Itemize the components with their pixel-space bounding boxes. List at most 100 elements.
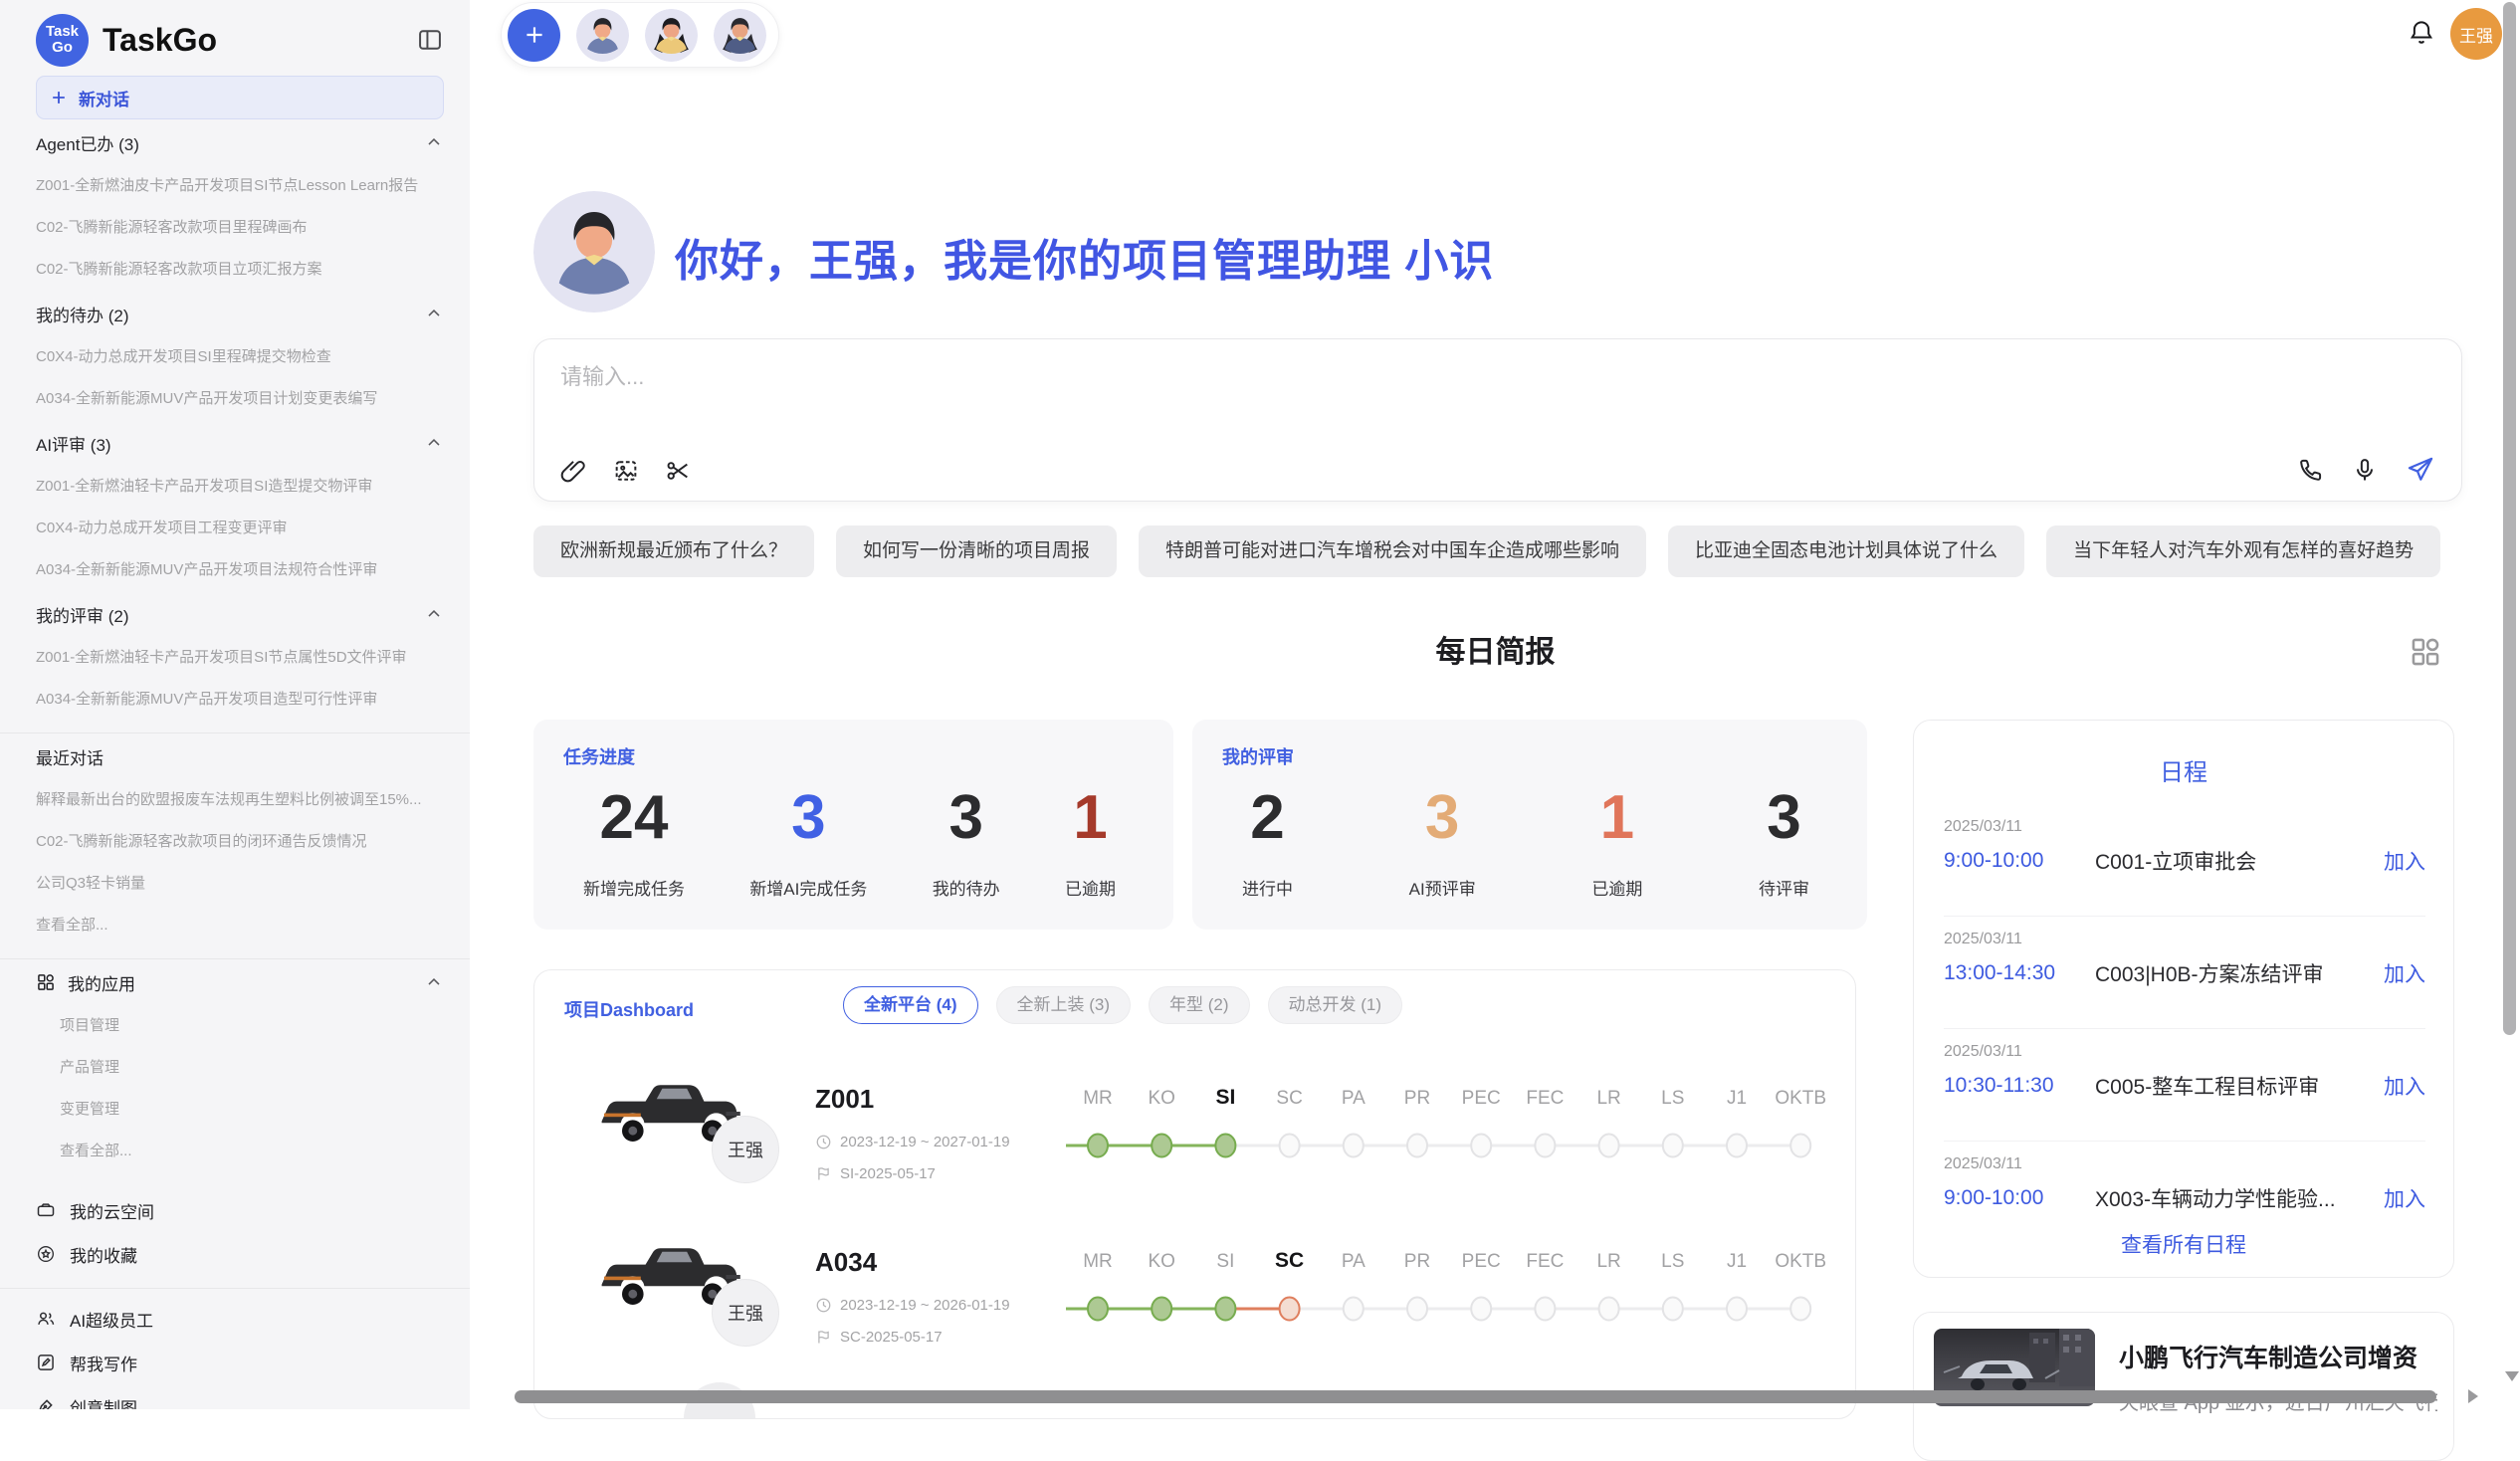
sidebar-task-item[interactable]: C02-飞腾新能源轻客改款项目立项汇报方案	[36, 249, 444, 291]
scissors-icon[interactable]	[664, 457, 692, 485]
dashboard-tab[interactable]: 全新上装 (3)	[996, 986, 1132, 1024]
suggestion-chip[interactable]: 比亚迪全固态电池计划具体说了什么	[1668, 525, 2024, 577]
clock-icon	[815, 1134, 832, 1150]
sidebar-collapse-icon[interactable]	[416, 26, 444, 54]
sidebar-link[interactable]: 我的收藏	[36, 1232, 444, 1276]
project-name: A034	[815, 1247, 877, 1278]
stat-label: 进行中	[1242, 875, 1293, 900]
sidebar-section-header[interactable]: Agent已办 (3)	[36, 119, 444, 165]
sidebar-tool-link[interactable]: 帮我写作	[36, 1341, 444, 1384]
scroll-down-arrow-icon[interactable]	[2505, 1371, 2519, 1381]
svg-text:OKTB: OKTB	[1775, 1088, 1826, 1109]
dashboard-tab[interactable]: 动总开发 (1)	[1268, 986, 1403, 1024]
chevron-up-icon[interactable]	[424, 433, 444, 453]
project-row[interactable]: 王强 A034 2023-12-19 ~ 2026-01-19 SC-2025-…	[564, 1219, 1827, 1378]
phone-icon[interactable]	[2297, 456, 2325, 484]
chat-input[interactable]: 请输入...	[533, 338, 2462, 502]
sidebar-task-item[interactable]: C02-飞腾新能源轻客改款项目里程碑画布	[36, 207, 444, 249]
join-event-link[interactable]: 加入	[2384, 1071, 2425, 1101]
svg-text:PA: PA	[1342, 1251, 1365, 1272]
flag-icon	[815, 1329, 832, 1346]
suggestion-chip[interactable]: 当下年轻人对汽车外观有怎样的喜好趋势	[2046, 525, 2440, 577]
sidebar-link-label: 我的收藏	[70, 1242, 444, 1267]
sidebar-task-item[interactable]: Z001-全新燃油轻卡产品开发项目SI造型提交物评审	[36, 466, 444, 508]
horizontal-scrollbar[interactable]	[515, 1390, 2436, 1403]
my-apps-header[interactable]: 我的应用	[36, 959, 444, 1005]
composer-tools	[560, 457, 692, 485]
dashboard-tabs: 全新平台 (4) 全新上装 (3) 年型 (2) 动总开发 (1)	[843, 986, 1402, 1024]
recent-chat-item[interactable]: 查看全部...	[36, 905, 444, 946]
user-avatar[interactable]: 王强	[2450, 8, 2502, 60]
suggestion-chip[interactable]: 特朗普可能对进口汽车增税会对中国车企造成哪些影响	[1139, 525, 1646, 577]
microphone-icon[interactable]	[2351, 456, 2379, 484]
sidebar-section-header[interactable]: 我的评审 (2)	[36, 591, 444, 637]
sidebar-task-item[interactable]: C0X4-动力总成开发项目工程变更评审	[36, 508, 444, 549]
agent-avatar-1[interactable]	[576, 9, 629, 62]
image-icon[interactable]	[612, 457, 640, 485]
recent-chat-item[interactable]: 解释最新出台的欧盟报废车法规再生塑料比例被调至15%...	[36, 779, 444, 821]
people-icon	[36, 1309, 58, 1329]
svg-text:OKTB: OKTB	[1775, 1251, 1826, 1272]
recent-chat-item[interactable]: 公司Q3轻卡销量	[36, 863, 444, 905]
sidebar-link[interactable]: 我的云空间	[36, 1188, 444, 1232]
chevron-up-icon[interactable]	[424, 604, 444, 624]
suggestion-chip[interactable]: 欧洲新规最近颁布了什么？	[533, 525, 814, 577]
chevron-up-icon[interactable]	[424, 304, 444, 323]
notification-bell-icon[interactable]	[2407, 18, 2436, 48]
agent-avatar-3[interactable]	[714, 9, 766, 62]
svg-text:SC: SC	[1275, 1249, 1304, 1272]
app-item[interactable]: 产品管理	[36, 1047, 444, 1089]
join-event-link[interactable]: 加入	[2384, 846, 2425, 876]
sidebar-section-header[interactable]: AI评审 (3)	[36, 420, 444, 466]
sidebar-task-item[interactable]: Z001-全新燃油皮卡产品开发项目SI节点Lesson Learn报告	[36, 165, 444, 207]
recent-chat-item[interactable]: C02-飞腾新能源轻客改款项目的闭环通告反馈情况	[36, 821, 444, 863]
svg-text:MR: MR	[1083, 1251, 1113, 1272]
sidebar-task-item[interactable]: A034-全新新能源MUV产品开发项目计划变更表编写	[36, 378, 444, 420]
scroll-right-arrow-icon[interactable]	[2468, 1389, 2478, 1403]
suggestion-chips: 欧洲新规最近颁布了什么？ 如何写一份清晰的项目周报特朗普可能对进口汽车增税会对中国…	[533, 525, 2469, 577]
event-time: 9:00-10:00	[1944, 1186, 2095, 1210]
sidebar-tool-link[interactable]: 创意制图	[36, 1384, 444, 1409]
add-agent-button[interactable]	[508, 9, 560, 62]
join-event-link[interactable]: 加入	[2384, 1183, 2425, 1213]
project-owner-badge: 王强	[712, 1279, 779, 1347]
app-item[interactable]: 变更管理	[36, 1089, 444, 1131]
chevron-up-icon[interactable]	[424, 972, 444, 992]
stat-value: 3	[948, 779, 982, 857]
app-item[interactable]: 查看全部...	[36, 1131, 444, 1172]
dashboard-tab[interactable]: 年型 (2)	[1149, 986, 1250, 1024]
join-event-link[interactable]: 加入	[2384, 958, 2425, 988]
sidebar-task-item[interactable]: Z001-全新燃油轻卡产品开发项目SI节点属性5D文件评审	[36, 637, 444, 679]
event-time: 9:00-10:00	[1944, 849, 2095, 873]
svg-text:J1: J1	[1727, 1088, 1747, 1109]
event-time: 13:00-14:30	[1944, 961, 2095, 985]
dashboard-tab[interactable]: 全新平台 (4)	[843, 986, 978, 1024]
agent-avatar-2[interactable]	[645, 9, 698, 62]
suggestion-chip[interactable]: 如何写一份清晰的项目周报	[836, 525, 1117, 577]
stat: 24新增完成任务	[583, 779, 685, 900]
sidebar-tool-link[interactable]: AI超级员工	[36, 1297, 444, 1341]
stat-value: 1	[1600, 779, 1634, 857]
send-icon[interactable]	[2405, 454, 2435, 485]
project-flag-date: SC-2025-05-17	[815, 1329, 943, 1346]
divider	[0, 1288, 470, 1289]
event-date: 2025/03/11	[1944, 818, 2425, 836]
stat-label: 新增AI完成任务	[749, 875, 867, 900]
new-chat-button[interactable]: 新对话	[36, 76, 444, 119]
chevron-up-icon[interactable]	[424, 132, 444, 152]
attachment-icon[interactable]	[560, 457, 588, 485]
sidebar-section-header[interactable]: 我的待办 (2)	[36, 291, 444, 336]
stat: 1已逾期	[1065, 779, 1116, 900]
vertical-scrollbar[interactable]	[2503, 2, 2516, 1035]
news-card[interactable]: 小鹏飞行汽车制造公司增资 天眼查 App 显示，近日广州汇天飞行汽...	[1913, 1312, 2454, 1461]
sidebar-task-item[interactable]: A034-全新新能源MUV产品开发项目法规符合性评审	[36, 549, 444, 591]
sidebar-task-item[interactable]: A034-全新新能源MUV产品开发项目造型可行性评审	[36, 679, 444, 721]
event-time: 10:30-11:30	[1944, 1074, 2095, 1098]
app-item[interactable]: 项目管理	[36, 1005, 444, 1047]
new-chat-label: 新对话	[79, 86, 129, 110]
news-title: 小鹏飞行汽车制造公司增资	[2119, 1339, 2417, 1374]
briefing-layout-icon[interactable]	[2409, 635, 2442, 669]
view-all-schedule-link[interactable]: 查看所有日程	[1914, 1229, 2453, 1259]
project-row[interactable]: 王强 Z001 2023-12-19 ~ 2027-01-19 SI-2025-…	[564, 1056, 1827, 1215]
sidebar-task-item[interactable]: C0X4-动力总成开发项目SI里程碑提交物检查	[36, 336, 444, 378]
